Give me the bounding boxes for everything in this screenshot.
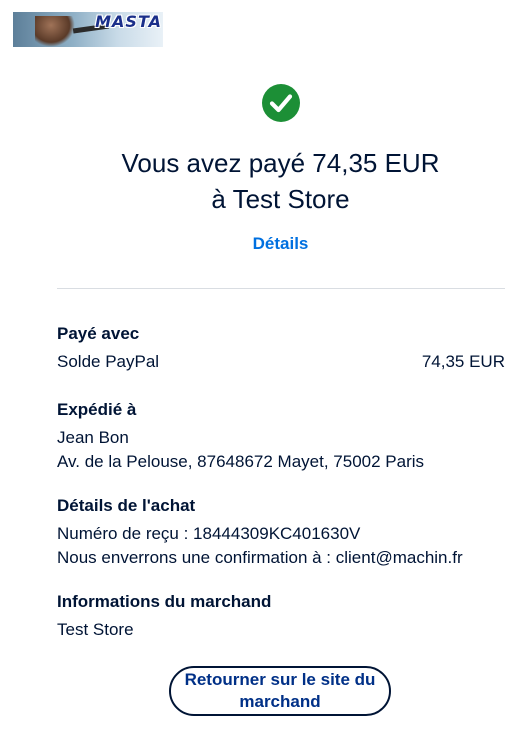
logo-figure-image bbox=[35, 16, 75, 47]
merchant-info-title: Informations du marchand bbox=[57, 592, 272, 611]
details-link[interactable]: Détails bbox=[0, 234, 516, 254]
divider bbox=[57, 288, 505, 289]
confirmation-email: Nous enverrons une confirmation à : clie… bbox=[57, 548, 463, 567]
headline-merchant: à Test Store bbox=[211, 184, 350, 214]
shipped-to-title: Expédié à bbox=[57, 400, 137, 419]
payment-method: Solde PayPal bbox=[57, 352, 160, 371]
paid-with-title: Payé avec bbox=[57, 324, 140, 343]
logo-text: MASTA bbox=[95, 12, 162, 31]
shipped-to-section: Expédié à Jean Bon Av. de la Pelouse, 87… bbox=[57, 398, 507, 474]
merchant-name: Test Store bbox=[57, 620, 134, 639]
payment-amount: 74,35 EUR bbox=[421, 352, 505, 371]
receipt-number: Numéro de reçu : 18444309KC401630V bbox=[57, 524, 361, 543]
merchant-logo: MASTA bbox=[13, 12, 163, 47]
payment-confirmation-headline: Vous avez payé 74,35 EUR à Test Store bbox=[0, 145, 516, 217]
return-to-merchant-button[interactable]: Retourner sur le site du marchand bbox=[169, 666, 391, 716]
shipping-name: Jean Bon bbox=[57, 428, 129, 447]
check-circle-icon bbox=[262, 84, 300, 122]
paid-with-section: Payé avec Solde PayPal 74,35 EUR bbox=[57, 322, 507, 374]
shipping-address: Av. de la Pelouse, 87648672 Mayet, 75002… bbox=[57, 452, 425, 471]
purchase-details-title: Détails de l'achat bbox=[57, 496, 196, 515]
headline-amount: Vous avez payé 74,35 EUR bbox=[121, 148, 440, 178]
merchant-info-section: Informations du marchand Test Store bbox=[57, 590, 507, 642]
purchase-details-section: Détails de l'achat Numéro de reçu : 1844… bbox=[57, 494, 507, 570]
